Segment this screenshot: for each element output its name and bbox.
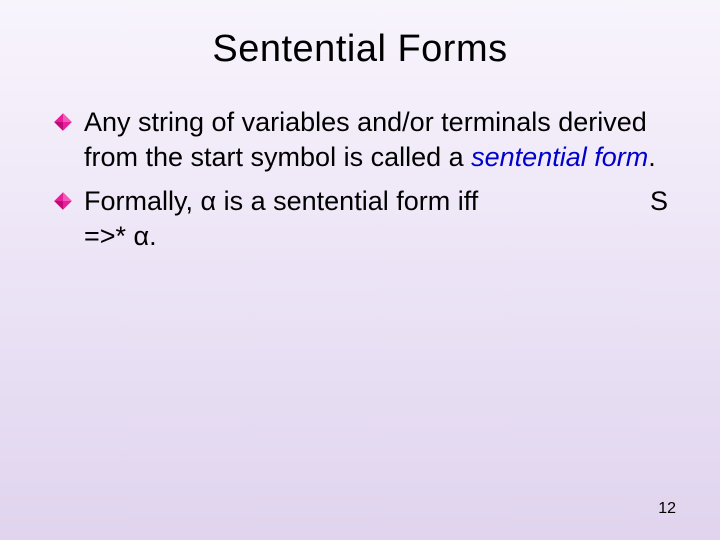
bullet-text-pre: Formally, α is a sentential form iff [84,186,478,216]
page-number: 12 [658,500,676,518]
bullet-item: S Formally, α is a sentential form iff =… [52,184,668,253]
bullet-text-post: . [648,142,656,172]
bullet-item: Any string of variables and/or terminals… [52,105,668,174]
diamond-bullet-icon [52,190,74,212]
term-sentential-form: sentential form [471,142,648,172]
bullet-text-trail-s: S [650,184,668,219]
slide-title: Sentential Forms [52,28,668,71]
bullet-text-line2: =>* α. [84,221,157,251]
slide: Sentential Forms Any string of variables… [0,0,720,540]
diamond-bullet-icon [52,111,74,133]
bullet-list: Any string of variables and/or terminals… [52,105,668,253]
